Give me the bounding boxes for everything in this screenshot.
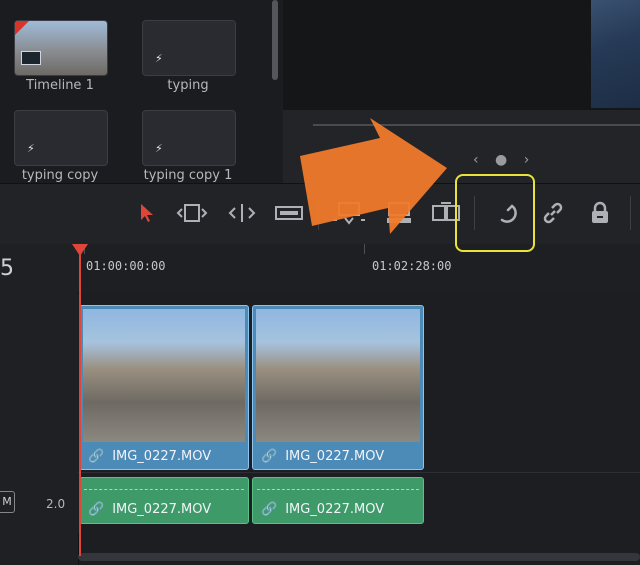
clip-name: IMG_0227.MOV (285, 449, 385, 464)
clip-label: 🔗 IMG_0227.MOV (88, 449, 211, 464)
link-icon: 🔗 (88, 502, 105, 517)
highlight-box (455, 174, 535, 252)
audio-clip[interactable]: 🔗 IMG_0227.MOV (79, 477, 249, 524)
audio-track-volume: 2.0 (46, 497, 66, 511)
ruler-tick (364, 244, 365, 254)
compound-clip-icon: ⚡ (155, 142, 163, 155)
timeline-icon (21, 51, 41, 65)
audio-waveform (84, 481, 244, 490)
media-item-typing-copy[interactable]: ⚡ (14, 110, 108, 166)
viewer-page-dots[interactable]: ‹ ● › (473, 152, 535, 168)
viewer-image (591, 0, 640, 108)
media-item-label: typing copy 1 (143, 168, 233, 183)
timecode-label: 01:00:00:00 (86, 259, 166, 273)
linked-selection-button[interactable] (536, 198, 570, 228)
toolbar-separator (630, 196, 631, 230)
video-clip[interactable]: 🔗 IMG_0227.MOV (79, 305, 249, 470)
link-icon: 🔗 (261, 449, 278, 464)
link-icon: 🔗 (88, 449, 105, 464)
media-pool: Timeline 1 ⚡ typing ⚡ typing copy ⚡ typi… (0, 0, 282, 183)
compound-clip-icon: ⚡ (155, 52, 163, 65)
media-item-label: typing copy (21, 168, 99, 183)
clip-label: 🔗 IMG_0227.MOV (261, 449, 384, 464)
media-pool-scrollbar[interactable] (272, 0, 278, 80)
clip-label: 🔗 IMG_0227.MOV (261, 502, 384, 517)
mute-button[interactable]: M (0, 491, 15, 513)
annotation-arrow-icon (300, 118, 447, 234)
link-icon: 🔗 (261, 502, 278, 517)
compound-clip-icon: ⚡ (27, 142, 35, 155)
audio-waveform (257, 481, 419, 490)
timeline-badge (15, 21, 29, 35)
playhead-handle[interactable] (72, 244, 88, 256)
dynamic-trim-icon (228, 204, 256, 222)
position-lock-button[interactable] (584, 198, 616, 228)
clip-name: IMG_0227.MOV (112, 449, 212, 464)
clip-name: IMG_0227.MOV (285, 502, 385, 517)
linked-selection-icon (543, 202, 563, 224)
timeline-header-number: 5 (0, 256, 14, 281)
position-lock-icon (592, 201, 608, 223)
media-item-label: typing (167, 78, 209, 93)
audio-clip[interactable]: 🔗 IMG_0227.MOV (252, 477, 424, 524)
clip-thumbnail (256, 309, 420, 442)
timecode-label: 01:02:28:00 (372, 259, 452, 273)
media-item-typing-copy-1[interactable]: ⚡ (142, 110, 236, 166)
timeline-ruler[interactable]: 01:00:00:00 01:02:28:00 (78, 244, 640, 292)
media-item-label: Timeline 1 (26, 78, 94, 93)
viewer-frame (283, 0, 640, 110)
clip-name: IMG_0227.MOV (112, 502, 212, 517)
timeline-horizontal-scrollbar[interactable] (78, 553, 640, 561)
video-clip[interactable]: 🔗 IMG_0227.MOV (252, 305, 424, 470)
track-header-column (0, 244, 79, 565)
clip-thumbnail (83, 309, 245, 442)
selection-arrow-icon (141, 204, 153, 222)
playhead-line[interactable] (79, 244, 81, 556)
dynamic-trim-button[interactable] (224, 198, 260, 228)
selection-tool-button[interactable] (134, 198, 160, 228)
trim-edit-icon (176, 204, 208, 222)
trim-edit-button[interactable] (174, 198, 210, 228)
clip-label: 🔗 IMG_0227.MOV (88, 502, 211, 517)
media-item-typing[interactable]: ⚡ (142, 20, 236, 76)
media-item-timeline-1[interactable] (14, 20, 108, 76)
